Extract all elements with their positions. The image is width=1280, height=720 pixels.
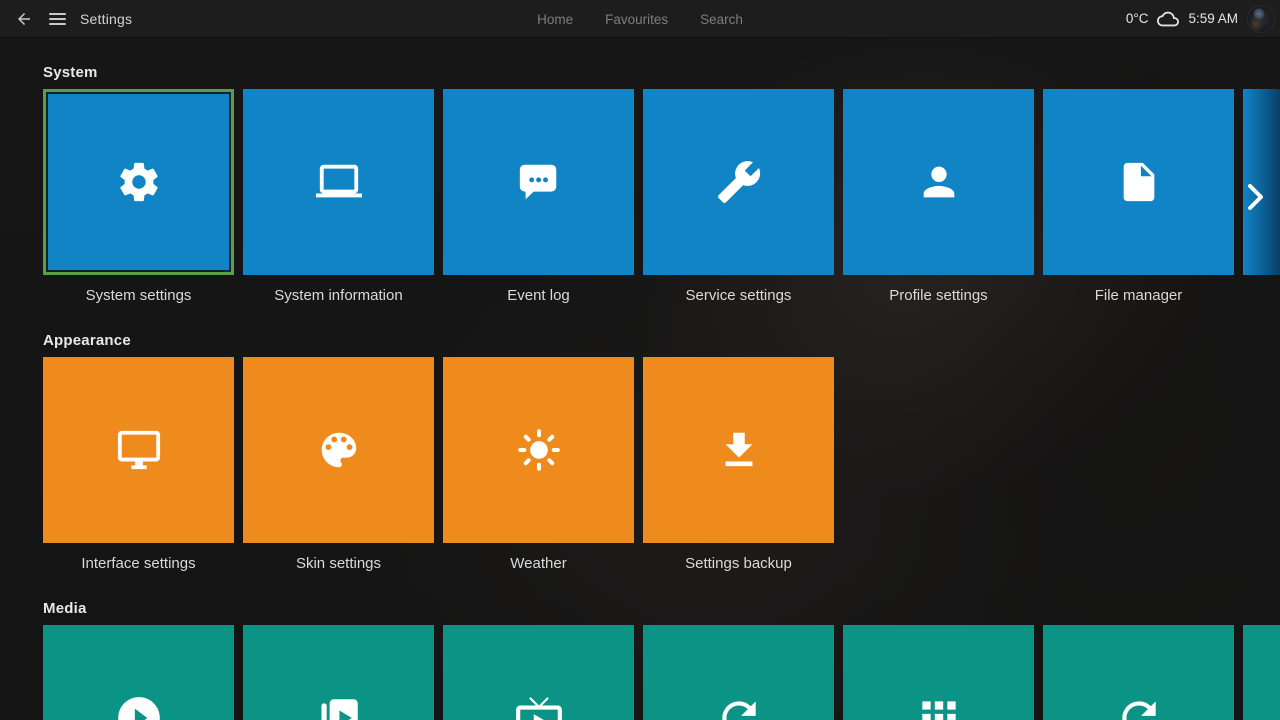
tile-media-player[interactable]: [43, 625, 234, 720]
laptop-icon: [316, 159, 362, 205]
monitor-icon: [116, 427, 162, 473]
tile-profile-settings[interactable]: [843, 89, 1034, 275]
system-row: System settings System information Event…: [0, 89, 1280, 304]
tile-system-information[interactable]: [243, 89, 434, 275]
palette-icon: [316, 427, 362, 473]
sun-icon: [516, 427, 562, 473]
chat-bubble-icon: [516, 159, 562, 205]
tile-media-sources[interactable]: [843, 625, 1034, 720]
back-arrow-icon[interactable]: [14, 9, 34, 29]
tile-media-playlists[interactable]: [243, 625, 434, 720]
playlist-play-icon: [314, 693, 364, 720]
tile-label: Profile settings: [843, 287, 1034, 304]
media-row: [0, 625, 1280, 720]
tile-system-settings[interactable]: [43, 89, 234, 275]
person-icon: [916, 159, 962, 205]
clock-label: 5:59 AM: [1188, 11, 1238, 26]
section-title-appearance: Appearance: [43, 332, 1280, 349]
nav-search[interactable]: Search: [700, 12, 743, 27]
tile-interface-settings[interactable]: [43, 357, 234, 543]
section-title-media: Media: [43, 600, 1280, 617]
live-tv-icon: [514, 693, 564, 720]
page-title: Settings: [80, 11, 132, 27]
tile-settings-backup[interactable]: [643, 357, 834, 543]
refresh-icon: [714, 693, 764, 720]
tile-label: System settings: [43, 287, 234, 304]
tile-label: Weather: [443, 555, 634, 572]
tile-service-settings[interactable]: [643, 89, 834, 275]
wrench-icon: [716, 159, 762, 205]
gear-icon: [116, 159, 162, 205]
tile-media-refresh[interactable]: [1043, 625, 1234, 720]
apps-grid-icon: [914, 693, 964, 720]
menu-hamburger-icon[interactable]: [47, 9, 67, 29]
nav-home[interactable]: Home: [537, 12, 573, 27]
section-title-system: System: [43, 64, 1280, 81]
tile-label: File manager: [1043, 287, 1234, 304]
user-avatar[interactable]: [1247, 5, 1275, 33]
tile-label: Skin settings: [243, 555, 434, 572]
tile-partial-next[interactable]: [1243, 625, 1280, 720]
tile-label: Settings backup: [643, 555, 834, 572]
download-icon: [716, 427, 762, 473]
cloud-icon: [1157, 8, 1179, 30]
top-nav: Home Favourites Search: [537, 0, 743, 38]
settings-content: System System settings System informatio…: [0, 38, 1280, 720]
appearance-row: Interface settings Skin settings: [0, 357, 1280, 572]
nav-favourites[interactable]: Favourites: [605, 12, 668, 27]
chevron-right-icon[interactable]: [1243, 182, 1267, 212]
top-bar: Settings Home Favourites Search 0°C 5:59…: [0, 0, 1280, 38]
tile-event-log[interactable]: [443, 89, 634, 275]
tile-weather[interactable]: [443, 357, 634, 543]
refresh-icon: [1114, 693, 1164, 720]
play-circle-icon: [114, 693, 164, 720]
tile-label: Interface settings: [43, 555, 234, 572]
tile-media-live-tv[interactable]: [443, 625, 634, 720]
tile-file-manager[interactable]: [1043, 89, 1234, 275]
tile-label: Event log: [443, 287, 634, 304]
file-icon: [1116, 159, 1162, 205]
tile-skin-settings[interactable]: [243, 357, 434, 543]
tile-label: Service settings: [643, 287, 834, 304]
tile-media-update-library[interactable]: [643, 625, 834, 720]
temperature-label: 0°C: [1126, 11, 1149, 26]
tile-label: System information: [243, 287, 434, 304]
